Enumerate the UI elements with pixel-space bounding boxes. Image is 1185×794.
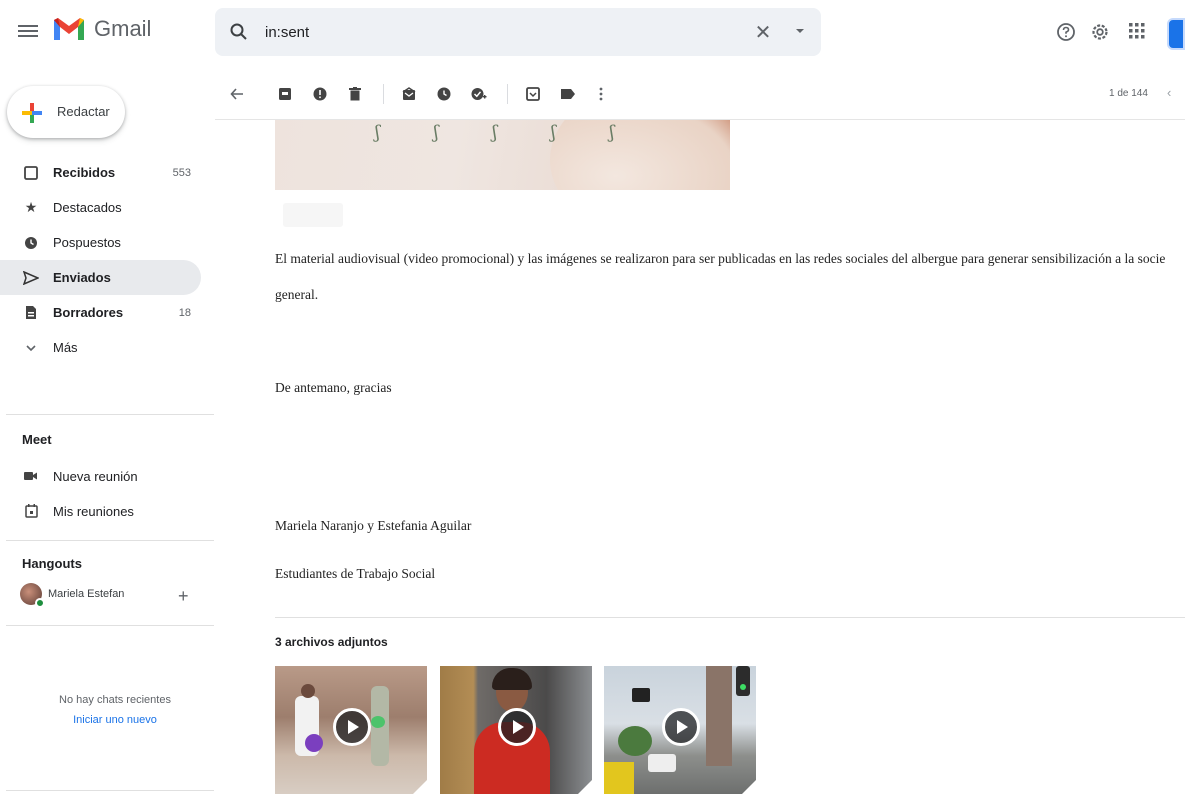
sidebar-item-drafts[interactable]: Borradores 18 [0, 295, 201, 330]
start-new-chat-link[interactable]: Iniciar uno nuevo [40, 714, 190, 726]
sidebar-item-inbox[interactable]: Recibidos 553 [0, 155, 201, 190]
message-paragraph-line: general. [275, 287, 319, 302]
sidebar-item-snoozed[interactable]: Pospuestos [0, 225, 201, 260]
send-icon [22, 269, 40, 287]
clear-search-button[interactable]: ✕ [751, 20, 775, 45]
no-recent-chats-text: No hay chats recientes [59, 694, 171, 706]
avatar [20, 583, 45, 608]
sidebar-divider [6, 625, 214, 626]
search-icon[interactable] [229, 22, 249, 42]
pagination-count: 1 de 144 [1109, 88, 1148, 99]
new-meeting-link[interactable]: Nueva reunión [22, 464, 138, 488]
search-options-icon[interactable] [793, 24, 807, 38]
sidebar-item-label: Enviados [53, 270, 111, 285]
gmail-logo[interactable]: Gmail [52, 16, 151, 42]
drafts-count: 18 [178, 306, 191, 319]
search-bar[interactable]: ✕ [215, 8, 821, 56]
hangouts-user[interactable]: Mariela Estefan [20, 583, 125, 608]
message-toolbar: 1 de 144 ‹ [215, 68, 1185, 120]
signature-names: Mariela Naranjo y Estefania Aguilar [275, 518, 472, 533]
unread-count: 553 [172, 166, 191, 179]
play-icon [333, 708, 371, 746]
hangouts-section-title: Hangouts [22, 556, 82, 571]
settings-gear-icon[interactable] [1090, 22, 1110, 42]
plus-icon [22, 103, 42, 123]
video-camera-icon [22, 471, 40, 481]
more-options-icon[interactable] [591, 84, 611, 104]
sidebar-item-more[interactable]: Más [0, 330, 201, 365]
compose-button[interactable]: Redactar [7, 86, 125, 138]
search-input[interactable] [265, 21, 745, 43]
online-status-dot [35, 598, 45, 608]
chevron-down-icon [22, 339, 40, 357]
inbox-icon [22, 164, 40, 182]
my-meetings-link[interactable]: Mis reuniones [22, 499, 134, 523]
main-menu-button[interactable] [18, 22, 38, 42]
toolbar-divider [507, 84, 508, 104]
sidebar-item-label: Recibidos [53, 165, 116, 180]
compose-label: Redactar [57, 104, 110, 119]
signature-role: Estudiantes de Trabajo Social [275, 566, 436, 581]
gmail-m-icon [54, 18, 84, 40]
draft-icon [22, 304, 40, 322]
report-spam-icon[interactable] [310, 84, 330, 104]
move-to-icon[interactable] [523, 84, 543, 104]
play-icon [662, 708, 700, 746]
sidebar-item-label: Borradores [53, 305, 124, 320]
sidebar-item-label: Pospuestos [53, 235, 121, 250]
new-meeting-label: Nueva reunión [53, 468, 138, 484]
image-placeholder [283, 203, 343, 227]
sidebar-item-sent[interactable]: Enviados [0, 260, 201, 295]
sidebar-divider [6, 790, 214, 791]
mark-unread-icon[interactable] [399, 84, 419, 104]
add-chat-icon[interactable]: + [178, 586, 189, 607]
help-icon[interactable] [1056, 22, 1076, 42]
account-avatar[interactable] [1167, 18, 1185, 50]
my-meetings-label: Mis reuniones [53, 503, 134, 519]
sidebar-divider [6, 414, 214, 415]
apps-grid-icon[interactable] [1128, 22, 1146, 40]
embedded-image: ʃ ʃ ʃ ʃ ʃ [275, 120, 730, 190]
sidebar-item-starred[interactable]: ★ Destacados [0, 190, 201, 225]
sidebar-divider [6, 540, 214, 541]
back-arrow-icon[interactable] [227, 84, 247, 104]
message-paragraph-line: El material audiovisual (video promocion… [275, 251, 1166, 266]
video-attachment-thumbnail[interactable] [275, 666, 427, 794]
sidebar-item-label: Destacados [53, 200, 122, 215]
meet-section-title: Meet [22, 432, 52, 447]
play-icon [498, 708, 536, 746]
sidebar-item-label: Más [53, 340, 78, 355]
star-icon: ★ [24, 199, 38, 215]
label-tag-icon[interactable] [558, 84, 578, 104]
add-to-tasks-icon[interactable] [469, 84, 489, 104]
top-header: Gmail ✕ [0, 0, 1185, 64]
message-thanks: De antemano, gracias [275, 380, 392, 395]
chevron-left-icon[interactable]: ‹ [1167, 85, 1171, 100]
snooze-clock-icon[interactable] [434, 84, 454, 104]
attachments-divider [275, 617, 1185, 618]
video-attachment-thumbnail[interactable] [440, 666, 592, 794]
archive-icon[interactable] [275, 84, 295, 104]
sidebar-nav: Recibidos 553 ★ Destacados Pospuestos En… [0, 155, 201, 365]
app-name: Gmail [94, 16, 152, 41]
calendar-icon [22, 504, 40, 518]
clock-icon [22, 234, 40, 252]
attachments-title: 3 archivos adjuntos [275, 635, 388, 649]
hangouts-user-name: Mariela Estefan [48, 588, 125, 600]
trash-icon[interactable] [345, 84, 365, 104]
video-attachment-thumbnail[interactable] [604, 666, 756, 794]
toolbar-divider [383, 84, 384, 104]
